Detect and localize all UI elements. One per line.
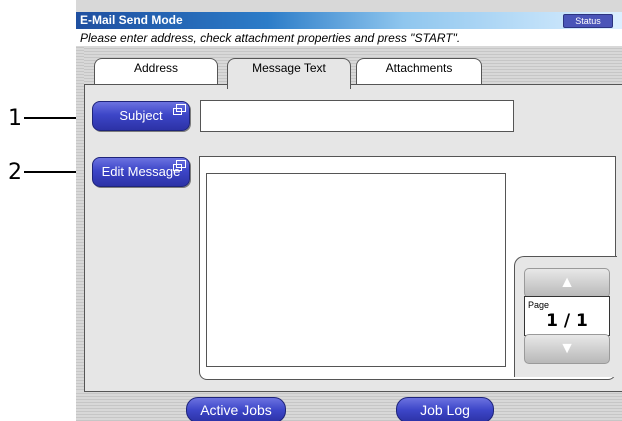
- tab-address-label: Address: [133, 61, 179, 75]
- callout-line-1: [24, 117, 82, 119]
- status-button[interactable]: Status: [563, 14, 613, 28]
- active-jobs-button[interactable]: Active Jobs: [186, 397, 286, 421]
- screen-title: E-Mail Send Mode: [80, 13, 183, 27]
- double-chevron-down-icon: ▼: [559, 340, 575, 357]
- subject-input[interactable]: [200, 100, 514, 132]
- tab-strip: Address Message Text Attachments: [76, 46, 622, 89]
- job-log-button[interactable]: Job Log: [396, 397, 494, 421]
- page-up-button[interactable]: ▲: [524, 268, 610, 298]
- title-bar: E-Mail Send Mode Status: [76, 12, 622, 29]
- edit-message-button-label: Edit Message: [101, 164, 181, 179]
- tab-message-text[interactable]: Message Text: [227, 58, 351, 89]
- email-send-screen: E-Mail Send Mode Status Please enter add…: [76, 0, 622, 421]
- popup-window-icon: [173, 104, 186, 115]
- tab-attachments-label: Attachments: [385, 61, 453, 75]
- double-chevron-up-icon: ▲: [559, 274, 575, 291]
- page-indicator: Page 1 / 1: [524, 296, 610, 336]
- callout-number-1: 1: [8, 106, 22, 131]
- page-down-button[interactable]: ▼: [524, 334, 610, 364]
- job-log-label: Job Log: [420, 402, 470, 418]
- instruction-bar: Please enter address, check attachment p…: [76, 29, 622, 46]
- callout-line-2: [24, 171, 82, 173]
- subject-button[interactable]: Subject: [92, 101, 190, 131]
- message-text-area[interactable]: [206, 173, 506, 367]
- active-jobs-label: Active Jobs: [200, 402, 272, 418]
- edit-message-button[interactable]: Edit Message: [92, 157, 190, 187]
- left-margin-hatch: [76, 46, 84, 396]
- bottom-bar: Active Jobs Job Log: [76, 392, 622, 421]
- callout-number-2: 2: [8, 160, 22, 185]
- tab-message-text-label: Message Text: [252, 61, 326, 75]
- page-indicator-value: 1 / 1: [546, 311, 588, 331]
- subject-button-label: Subject: [119, 108, 163, 123]
- instruction-text: Please enter address, check attachment p…: [80, 31, 461, 45]
- popup-window-icon: [173, 160, 186, 171]
- page-indicator-label: Page: [528, 300, 550, 310]
